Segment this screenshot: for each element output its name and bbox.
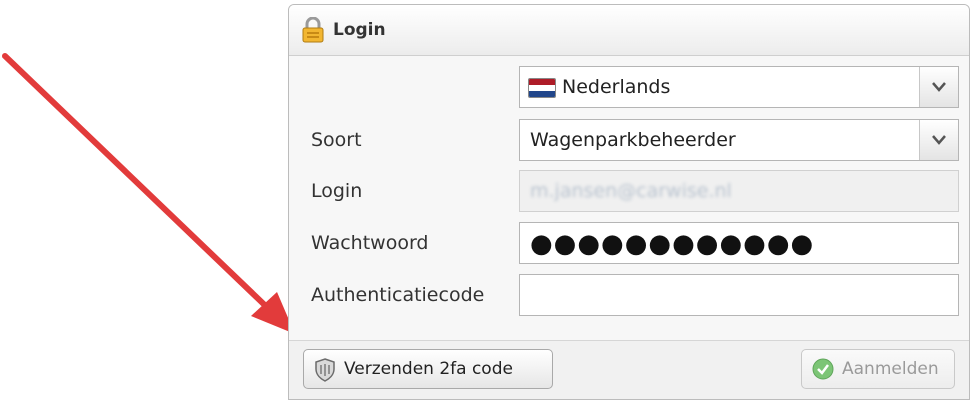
authenticatiecode-label: Authenticatiecode xyxy=(311,284,485,306)
send-2fa-code-button[interactable]: Verzenden 2fa code xyxy=(303,349,553,389)
language-value: Nederlands xyxy=(562,76,671,98)
password-value: ●●●●●●●●●●●● xyxy=(530,229,815,259)
soort-dropdown-button[interactable] xyxy=(919,120,958,160)
language-dropdown-button[interactable] xyxy=(919,67,958,107)
wachtwoord-label: Wachtwoord xyxy=(311,232,429,254)
login-submit-button[interactable]: Aanmelden xyxy=(801,349,955,389)
shield-icon xyxy=(314,358,336,387)
login-form: Nederlands Soort Wagenparkbeheerder Logi… xyxy=(289,56,969,340)
login-window: Login Nederlands Soort Wagenparkbeheerde… xyxy=(288,4,970,400)
chevron-down-icon xyxy=(932,135,946,145)
lock-icon xyxy=(301,16,325,47)
soort-select[interactable]: Wagenparkbeheerder xyxy=(519,119,959,161)
window-title: Login xyxy=(333,20,386,40)
chevron-down-icon xyxy=(932,82,946,92)
netherlands-flag-icon xyxy=(528,78,556,98)
authentication-code-field[interactable] xyxy=(519,274,959,316)
window-footer: Verzenden 2fa code Aanmelden xyxy=(289,340,969,399)
soort-label: Soort xyxy=(311,129,362,151)
login-submit-label: Aanmelden xyxy=(842,359,939,379)
password-field[interactable]: ●●●●●●●●●●●● xyxy=(519,222,959,264)
soort-value: Wagenparkbeheerder xyxy=(530,129,736,151)
login-field: m.jansen@carwise.nl xyxy=(519,170,959,212)
login-label: Login xyxy=(311,180,363,202)
check-circle-icon xyxy=(812,358,834,385)
send-2fa-code-label: Verzenden 2fa code xyxy=(344,359,513,379)
login-value: m.jansen@carwise.nl xyxy=(530,180,732,202)
language-select[interactable]: Nederlands xyxy=(519,66,959,108)
window-titlebar: Login xyxy=(289,5,969,56)
